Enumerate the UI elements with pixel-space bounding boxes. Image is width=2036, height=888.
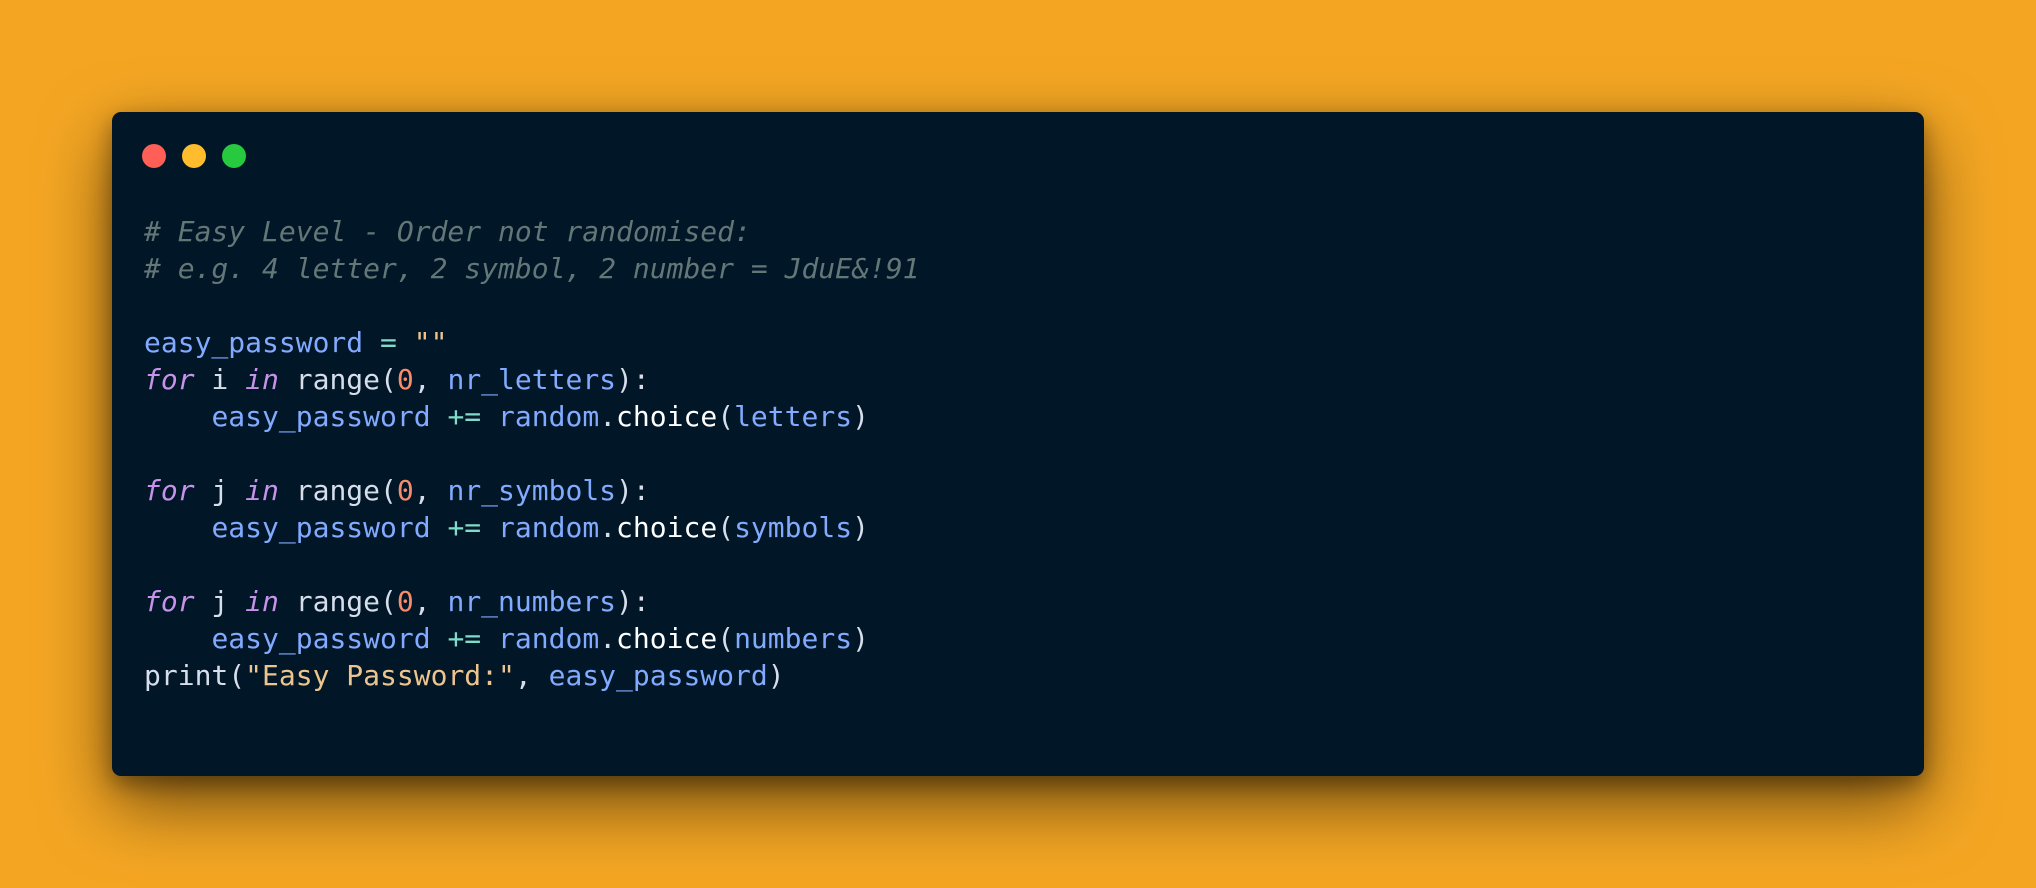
code-token-variable: easy_password <box>211 622 431 655</box>
code-token-keyword: in <box>245 474 279 507</box>
code-token-plain: j <box>194 585 246 618</box>
code-line: for j in range(0, nr_symbols): <box>144 472 919 509</box>
code-token-punct: ( <box>380 363 397 396</box>
minimize-dot-icon[interactable] <box>182 144 206 168</box>
code-window: # Easy Level - Order not randomised: # e.… <box>112 112 1924 776</box>
code-token-punct: ): <box>616 474 650 507</box>
code-token-number: 0 <box>396 474 414 507</box>
code-block: # Easy Level - Order not randomised: # e.… <box>144 213 919 694</box>
code-token-method: choice <box>616 622 718 655</box>
code-token-keyword: in <box>245 585 279 618</box>
code-token-method: choice <box>616 511 718 544</box>
code-line: print("Easy Password:", easy_password) <box>144 657 919 694</box>
code-token-variable: nr_symbols <box>447 474 617 507</box>
code-token-builtin: range <box>295 474 381 507</box>
code-token-keyword: for <box>144 363 195 396</box>
code-token-punct: ( <box>380 474 397 507</box>
code-token-method: choice <box>616 400 718 433</box>
code-token-punct: . <box>599 622 617 655</box>
code-token-variable: random <box>498 511 600 544</box>
code-line: for i in range(0, nr_letters): <box>144 361 919 398</box>
code-token-punct: , <box>413 363 448 396</box>
code-token-variable: letters <box>734 400 853 433</box>
code-token-builtin: range <box>295 363 381 396</box>
code-token-punct: ( <box>717 511 735 544</box>
code-line: easy_password += random.choice(numbers) <box>144 620 919 657</box>
code-token-punct: ( <box>717 400 735 433</box>
code-token-comment: # e.g. 4 letter, 2 symbol, 2 number = Jd… <box>144 252 920 285</box>
code-line: easy_password = "" <box>144 324 919 361</box>
code-token-comment: # Easy Level - Order not randomised: <box>144 215 751 248</box>
code-token-operator: = <box>380 326 397 359</box>
code-token-builtin: print <box>144 659 229 692</box>
code-token-variable: easy_password <box>211 511 431 544</box>
code-token-punct: ( <box>717 622 735 655</box>
code-token-punct: ( <box>380 585 397 618</box>
code-line: easy_password += random.choice(letters) <box>144 398 919 435</box>
code-token-punct: ) <box>852 622 869 655</box>
code-token-plain: i <box>194 363 246 396</box>
code-token-string: "Easy Password:" <box>245 659 515 692</box>
code-line: easy_password += random.choice(symbols) <box>144 509 919 546</box>
code-token-number: 0 <box>396 585 414 618</box>
code-token-punct: ( <box>228 659 246 692</box>
code-token-variable: easy_password <box>144 326 364 359</box>
code-token-punct: ) <box>852 400 869 433</box>
code-token-punct: , <box>514 659 549 692</box>
code-line: for j in range(0, nr_numbers): <box>144 583 919 620</box>
code-token-plain: j <box>194 474 246 507</box>
code-token-builtin: range <box>295 585 381 618</box>
code-token-operator: += <box>447 622 482 655</box>
code-line: # Easy Level - Order not randomised: <box>144 213 919 250</box>
close-dot-icon[interactable] <box>142 144 166 168</box>
code-token-punct: , <box>413 585 448 618</box>
code-token-punct: . <box>599 400 617 433</box>
code-token-punct: . <box>599 511 617 544</box>
code-token-keyword: in <box>245 363 279 396</box>
code-token-variable: easy_password <box>548 659 768 692</box>
code-token-string: "" <box>413 326 448 359</box>
code-token-punct: ) <box>852 511 869 544</box>
code-token-variable: nr_numbers <box>447 585 617 618</box>
code-token-operator: += <box>447 511 482 544</box>
code-token-number: 0 <box>396 363 414 396</box>
maximize-dot-icon[interactable] <box>222 144 246 168</box>
code-token-variable: random <box>498 622 600 655</box>
code-token-variable: random <box>498 400 600 433</box>
code-token-punct: ) <box>767 659 785 692</box>
code-token-keyword: for <box>144 585 195 618</box>
window-titlebar <box>112 112 1924 192</box>
code-token-punct: , <box>413 474 448 507</box>
code-token-variable: numbers <box>734 622 853 655</box>
code-token-keyword: for <box>144 474 195 507</box>
code-token-variable: symbols <box>734 511 853 544</box>
code-line: # e.g. 4 letter, 2 symbol, 2 number = Jd… <box>144 250 919 287</box>
code-token-punct: ): <box>616 363 650 396</box>
code-token-operator: += <box>447 400 482 433</box>
code-token-variable: easy_password <box>211 400 431 433</box>
code-token-punct: ): <box>616 585 650 618</box>
code-token-variable: nr_letters <box>447 363 617 396</box>
